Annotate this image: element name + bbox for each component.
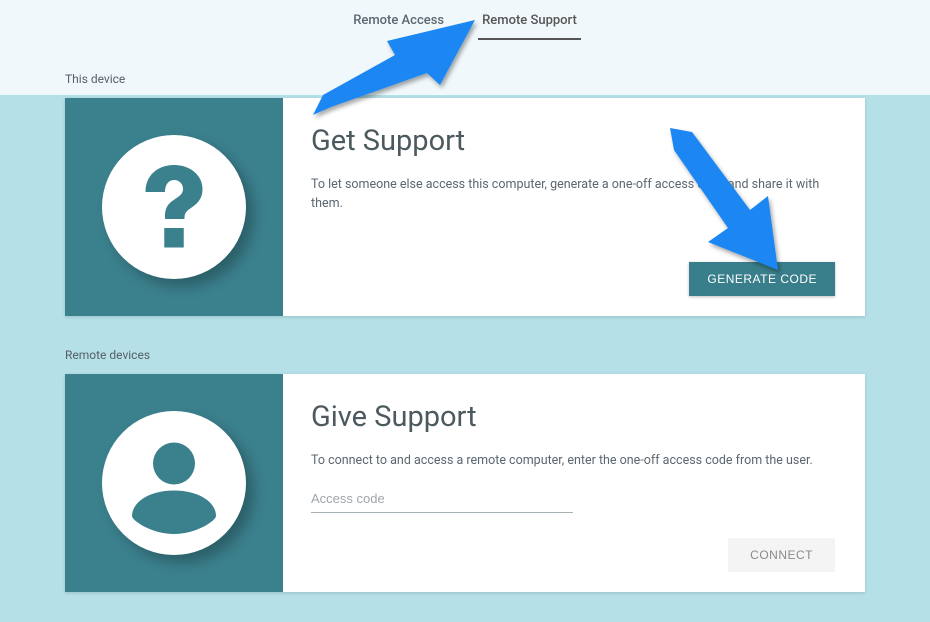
give-support-actions: CONNECT [311, 538, 835, 572]
give-support-desc: To connect to and access a remote comput… [311, 452, 835, 471]
card-get-support: Get Support To let someone else access t… [65, 98, 865, 316]
get-support-desc: To let someone else access this computer… [311, 176, 835, 214]
card-body-get-support: Get Support To let someone else access t… [283, 98, 865, 316]
generate-code-button[interactable]: GENERATE CODE [689, 262, 835, 296]
connect-button[interactable]: CONNECT [728, 538, 835, 572]
get-support-title: Get Support [311, 124, 835, 158]
tab-remote-access[interactable]: Remote Access [349, 5, 448, 40]
question-icon [99, 132, 249, 282]
section-label-this-device: This device [65, 72, 865, 86]
give-support-title: Give Support [311, 400, 835, 434]
card-icon-person [65, 374, 283, 592]
access-code-wrap [311, 485, 573, 513]
tab-bar: Remote Access Remote Support [65, 0, 865, 40]
card-body-give-support: Give Support To connect to and access a … [283, 374, 865, 592]
section-label-remote-devices: Remote devices [65, 348, 865, 362]
content-wrapper: Remote Access Remote Support This device… [65, 0, 865, 592]
person-icon [99, 408, 249, 558]
card-icon-question [65, 98, 283, 316]
get-support-actions: GENERATE CODE [311, 262, 835, 296]
tab-remote-support[interactable]: Remote Support [478, 5, 581, 40]
card-give-support: Give Support To connect to and access a … [65, 374, 865, 592]
access-code-input[interactable] [311, 485, 573, 513]
